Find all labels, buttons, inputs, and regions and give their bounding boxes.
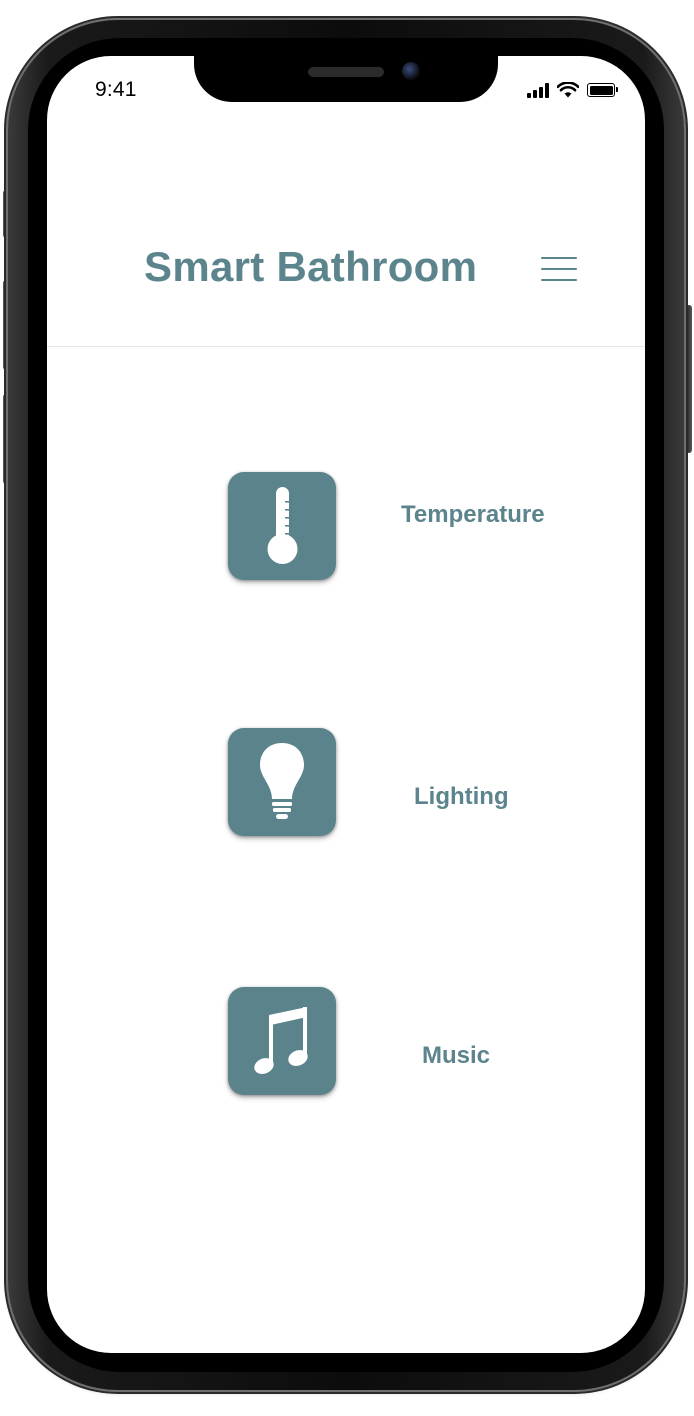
lighting-tile[interactable] [228,728,336,836]
wifi-icon [557,82,579,98]
battery-icon [587,83,618,97]
music-label[interactable]: Music [422,1042,490,1070]
status-icons [527,80,618,100]
speaker-grille [308,67,384,77]
notch [194,56,498,102]
feature-temperature: Temperature [47,472,645,582]
feature-music: Music [47,987,645,1097]
status-time: 9:41 [95,78,137,101]
phone-screen: 9:41 Smart Bathroom Temperature Lighting… [47,56,645,1353]
lighting-label[interactable]: Lighting [414,783,509,811]
lightbulb-icon [260,743,304,819]
header-divider [47,346,645,347]
power-button [686,305,692,453]
feature-lighting: Lighting [47,728,645,838]
front-camera [402,62,420,80]
page-title: Smart Bathroom [144,243,478,290]
music-tile[interactable] [228,987,336,1095]
thermometer-icon [267,487,298,564]
signal-icon [527,82,549,98]
temperature-tile[interactable] [228,472,336,580]
hamburger-menu-icon[interactable] [541,255,577,283]
temperature-label[interactable]: Temperature [401,501,545,529]
music-note-icon [254,1007,308,1074]
